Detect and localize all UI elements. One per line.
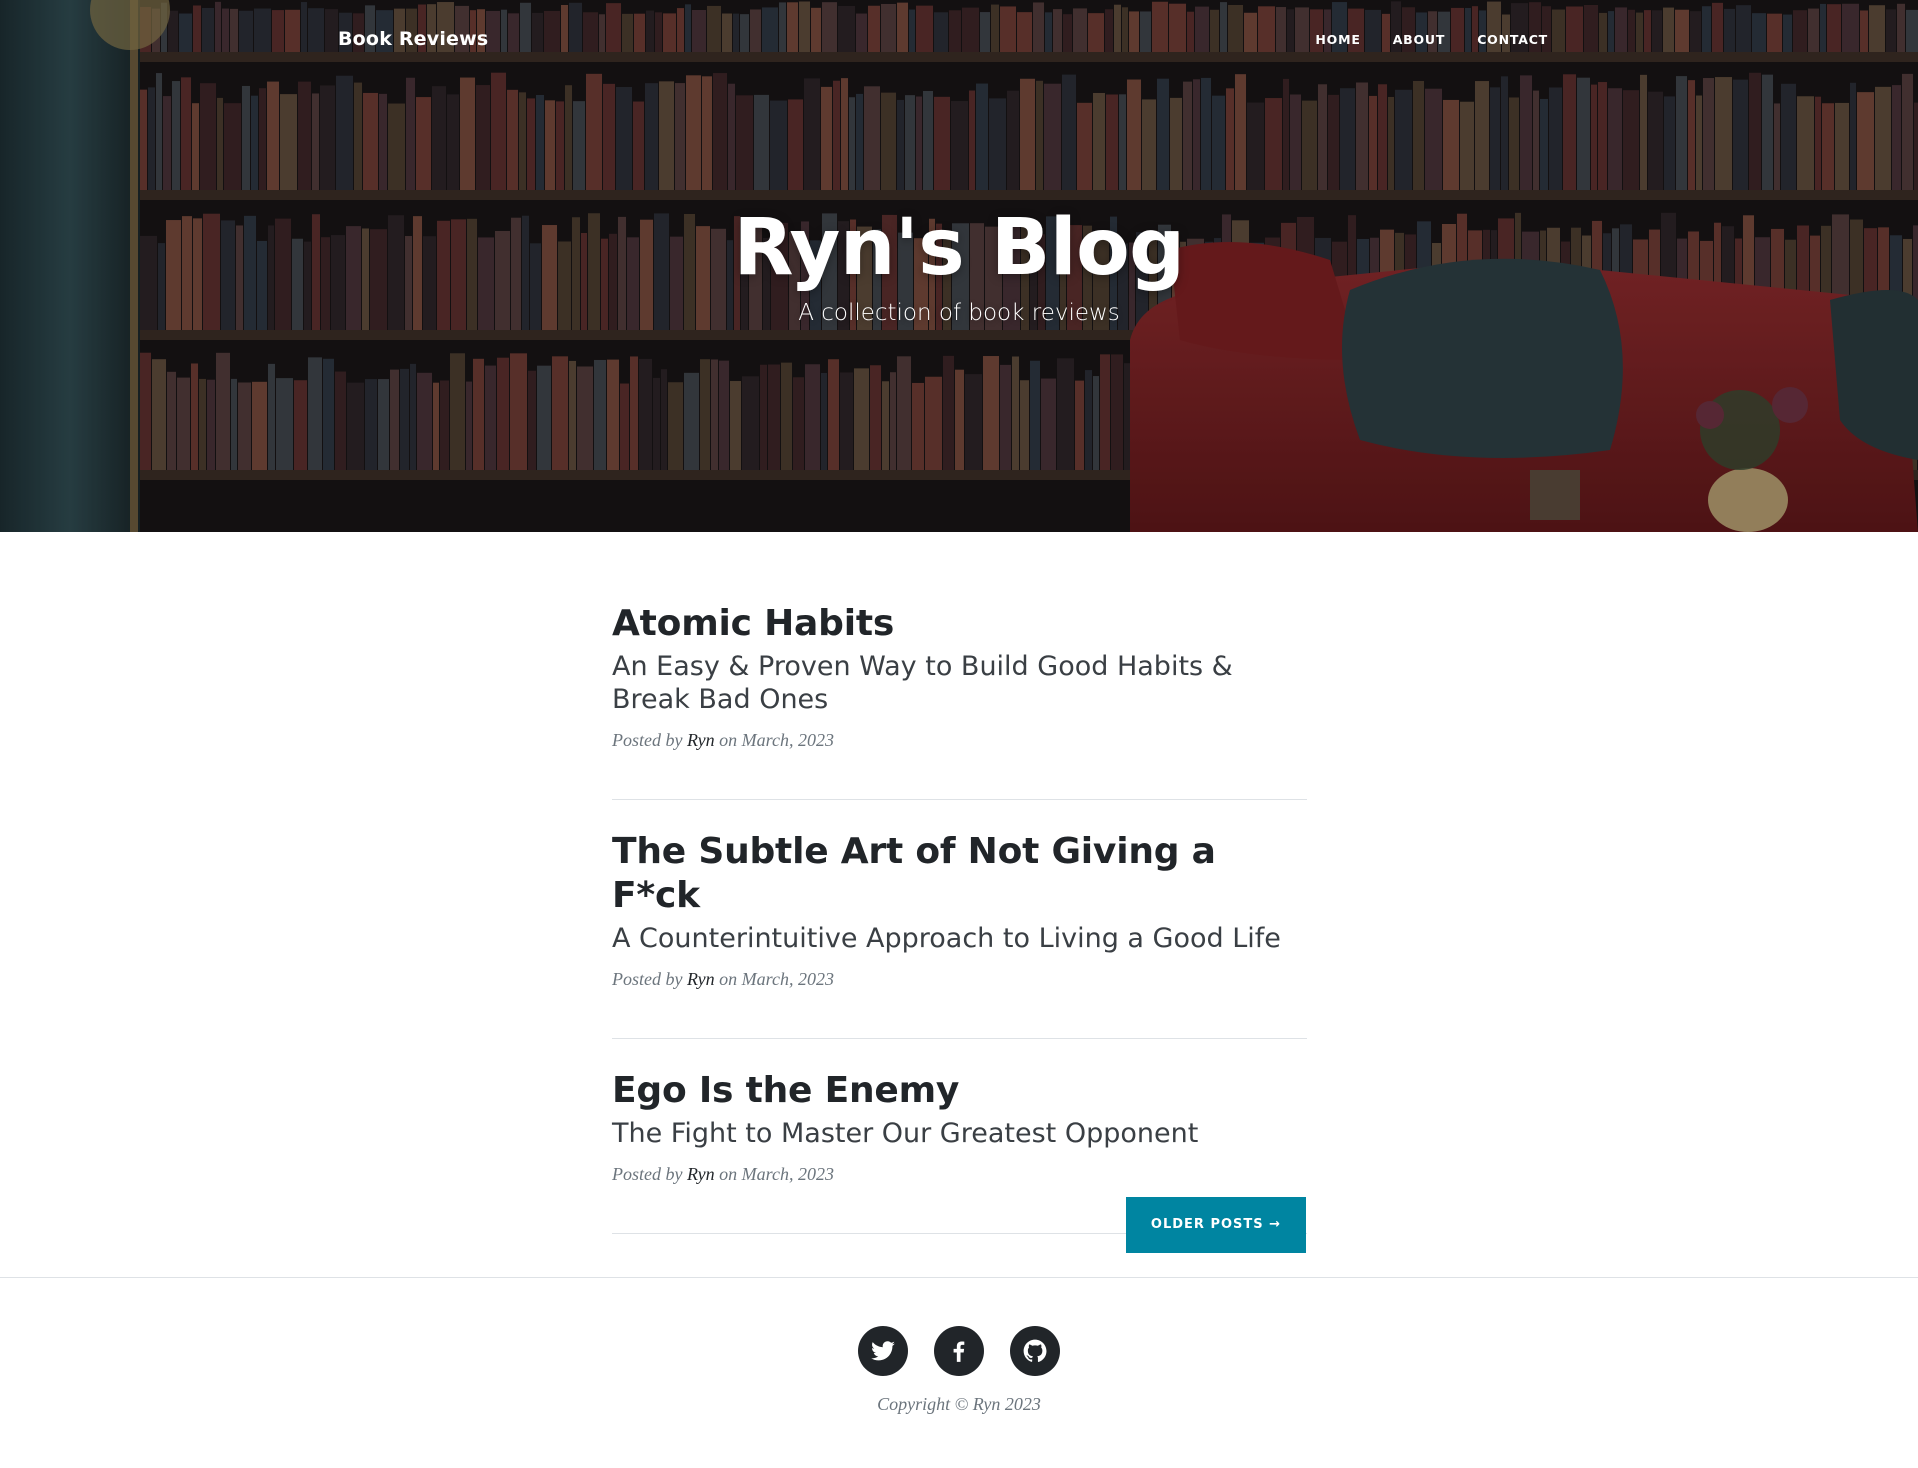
older-posts-button[interactable]: OLDER POSTS → <box>1126 1197 1306 1253</box>
post-preview: The Subtle Art of Not Giving a F*ck A Co… <box>612 830 1307 1039</box>
site-subtitle: A collection of book reviews <box>798 300 1120 326</box>
github-icon <box>1023 1339 1047 1362</box>
copyright-text: Copyright © Ryn 2023 <box>877 1394 1041 1414</box>
post-link[interactable]: Ego Is the Enemy The Fight to Master Our… <box>612 1069 1307 1150</box>
nav-links: HOME ABOUT CONTACT <box>1315 32 1548 47</box>
masthead: Book Reviews HOME ABOUT CONTACT Ryn's Bl… <box>0 0 1918 532</box>
site-title: Ryn's Blog <box>733 203 1185 293</box>
post-meta: Posted by Ryn on March, 2023 <box>612 969 1307 990</box>
github-link[interactable] <box>1010 1326 1060 1376</box>
post-subtitle: An Easy & Proven Way to Build Good Habit… <box>612 651 1233 715</box>
post-meta-date: on March, 2023 <box>719 1164 834 1184</box>
post-meta-prefix: Posted by <box>612 1164 683 1184</box>
twitter-icon <box>871 1341 895 1361</box>
post-meta-prefix: Posted by <box>612 969 683 989</box>
facebook-link[interactable] <box>934 1326 984 1376</box>
nav-link-contact[interactable]: CONTACT <box>1477 32 1548 47</box>
facebook-icon <box>953 1341 965 1362</box>
post-preview: Atomic Habits An Easy & Proven Way to Bu… <box>612 602 1307 800</box>
post-meta-prefix: Posted by <box>612 730 683 750</box>
main-navbar: Book Reviews HOME ABOUT CONTACT <box>338 24 1548 56</box>
post-list: Atomic Habits An Easy & Proven Way to Bu… <box>612 602 1307 1264</box>
post-subtitle: A Counterintuitive Approach to Living a … <box>612 923 1281 954</box>
site-heading: Ryn's Blog A collection of book reviews <box>0 200 1918 330</box>
social-links <box>0 1326 1918 1376</box>
footer: Copyright © Ryn 2023 <box>0 1277 1918 1468</box>
post-link[interactable]: The Subtle Art of Not Giving a F*ck A Co… <box>612 830 1307 955</box>
post-meta-date: on March, 2023 <box>719 969 834 989</box>
post-link[interactable]: Atomic Habits An Easy & Proven Way to Bu… <box>612 602 1307 716</box>
post-title: Atomic Habits <box>612 603 895 644</box>
post-meta: Posted by Ryn on March, 2023 <box>612 730 1307 751</box>
nav-link-home[interactable]: HOME <box>1315 32 1360 47</box>
pager: OLDER POSTS → <box>1126 1197 1306 1253</box>
post-author-link[interactable]: Ryn <box>687 969 715 989</box>
post-author-link[interactable]: Ryn <box>687 730 715 750</box>
post-title: Ego Is the Enemy <box>612 1070 960 1111</box>
twitter-link[interactable] <box>858 1326 908 1376</box>
post-author-link[interactable]: Ryn <box>687 1164 715 1184</box>
post-meta: Posted by Ryn on March, 2023 <box>612 1164 1307 1185</box>
post-meta-date: on March, 2023 <box>719 730 834 750</box>
brand-link[interactable]: Book Reviews <box>338 28 488 50</box>
post-title: The Subtle Art of Not Giving a F*ck <box>612 831 1216 916</box>
post-subtitle: The Fight to Master Our Greatest Opponen… <box>612 1118 1199 1149</box>
nav-link-about[interactable]: ABOUT <box>1393 32 1446 47</box>
